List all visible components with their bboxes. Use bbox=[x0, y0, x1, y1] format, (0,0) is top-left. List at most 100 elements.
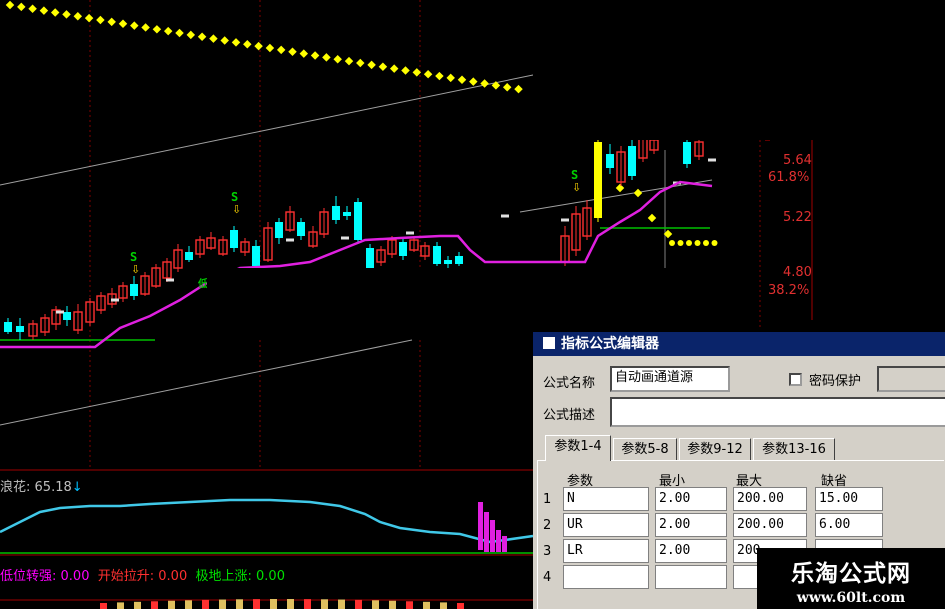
param-default-input[interactable]: 6.00 bbox=[815, 513, 883, 537]
candle-body bbox=[332, 206, 340, 220]
indicator2-bar bbox=[321, 599, 328, 609]
param-name-input[interactable]: UR bbox=[563, 513, 649, 537]
signal-arrow-icon: ⇩ bbox=[131, 263, 141, 276]
candle-body bbox=[4, 322, 12, 332]
indicator2-label: 开始拉升: bbox=[97, 569, 155, 584]
indicator2-label: 极地上涨: bbox=[195, 569, 252, 584]
dot-marker bbox=[367, 60, 376, 70]
dot-marker bbox=[141, 23, 150, 32]
indicator-value: 65.18 bbox=[34, 480, 72, 495]
dot-marker bbox=[378, 62, 388, 71]
dot-marker bbox=[107, 17, 116, 27]
candle-body bbox=[230, 230, 238, 248]
site-watermark: 乐淘公式网 www.60lt.com bbox=[757, 548, 945, 609]
candle-body bbox=[399, 242, 407, 256]
dot-marker bbox=[686, 240, 692, 246]
indicator2-bar bbox=[287, 599, 294, 609]
dot-marker bbox=[254, 41, 263, 51]
candle-body bbox=[433, 246, 441, 264]
row-number: 1 bbox=[543, 492, 552, 507]
dialog-title: 指标公式编辑器 bbox=[561, 336, 659, 352]
dot-marker bbox=[669, 240, 675, 246]
channel-upper-line bbox=[0, 74, 534, 186]
dot-marker bbox=[694, 240, 701, 246]
param-max-input[interactable]: 200.00 bbox=[733, 513, 807, 537]
dot-marker bbox=[197, 32, 207, 42]
indicator2-bar bbox=[389, 600, 396, 609]
price-label: 4.80 bbox=[783, 265, 812, 280]
dot-marker bbox=[615, 183, 625, 193]
indicator2-bar bbox=[253, 599, 260, 609]
watermark-url: www.60lt.com bbox=[796, 590, 906, 606]
signal-arrow-icon: ⇩ bbox=[232, 203, 242, 216]
indicator2-bar bbox=[151, 601, 158, 609]
down-arrow-icon: ↓ bbox=[71, 480, 83, 495]
param-default-input[interactable]: 15.00 bbox=[815, 487, 883, 511]
price-label: 5.64 bbox=[783, 153, 812, 168]
redacted-area bbox=[207, 268, 735, 338]
dot-marker bbox=[633, 188, 643, 198]
candle-body bbox=[252, 246, 260, 266]
dot-marker bbox=[423, 69, 433, 79]
row-number: 2 bbox=[543, 518, 552, 533]
dot-marker bbox=[243, 40, 252, 49]
indicator2-bar bbox=[117, 602, 124, 609]
param-min-input[interactable]: 2.00 bbox=[655, 513, 727, 537]
param-name-input[interactable]: LR bbox=[563, 539, 649, 563]
dot-marker bbox=[28, 4, 37, 13]
password-input[interactable] bbox=[877, 366, 945, 392]
dot-marker bbox=[231, 38, 241, 47]
param-min-input[interactable] bbox=[655, 565, 727, 589]
indicator2-bar bbox=[355, 599, 362, 609]
tab-params-9-12[interactable]: 参数9-12 bbox=[679, 438, 751, 460]
formula-name-input[interactable]: 自动画通道源 bbox=[610, 366, 730, 392]
formula-desc-input[interactable] bbox=[610, 397, 945, 427]
dot-marker bbox=[130, 21, 139, 30]
candle-doji bbox=[708, 158, 716, 162]
tab-params-13-16[interactable]: 参数13-16 bbox=[753, 438, 835, 460]
param-min-input[interactable]: 2.00 bbox=[655, 487, 727, 511]
password-checkbox[interactable] bbox=[789, 373, 802, 386]
candle-body bbox=[63, 312, 71, 320]
candle-body bbox=[16, 326, 24, 332]
dot-marker bbox=[435, 71, 444, 81]
window-icon bbox=[543, 337, 555, 349]
dot-marker bbox=[276, 45, 286, 55]
tab-params-5-8[interactable]: 参数5-8 bbox=[613, 438, 677, 460]
buy-signal: S bbox=[130, 250, 138, 264]
dot-marker bbox=[186, 30, 196, 40]
dot-marker bbox=[288, 47, 297, 56]
formula-name-label: 公式名称 bbox=[543, 376, 596, 391]
candle-body bbox=[343, 212, 351, 216]
dot-marker bbox=[322, 53, 331, 62]
dot-marker bbox=[175, 28, 184, 38]
param-name-input[interactable]: N bbox=[563, 487, 649, 511]
candle-body bbox=[455, 256, 463, 264]
param-max-input[interactable]: 200.00 bbox=[733, 487, 807, 511]
dot-marker bbox=[401, 66, 410, 75]
candle-doji bbox=[561, 218, 569, 222]
indicator-bar bbox=[502, 536, 507, 552]
buy-signal: S bbox=[571, 168, 579, 182]
dot-marker bbox=[480, 79, 489, 88]
candle-body bbox=[354, 202, 362, 240]
candle-body bbox=[185, 252, 193, 260]
indicator2-value: 0.00 bbox=[60, 569, 90, 584]
indicator-bar bbox=[496, 530, 501, 552]
dot-marker bbox=[73, 11, 83, 21]
dot-marker bbox=[469, 77, 478, 86]
indicator2-bar bbox=[202, 599, 209, 609]
channel-lower-line bbox=[0, 339, 413, 426]
indicator-bar bbox=[484, 512, 489, 552]
dot-marker bbox=[265, 43, 275, 53]
indicator2-value: 0.00 bbox=[256, 569, 285, 584]
dot-marker bbox=[446, 73, 455, 83]
dialog-titlebar[interactable]: 指标公式编辑器 bbox=[533, 332, 945, 356]
param-min-input[interactable]: 2.00 bbox=[655, 539, 727, 563]
dot-marker bbox=[84, 13, 94, 23]
tab-params-1-4[interactable]: 参数1-4 bbox=[545, 435, 611, 461]
dot-marker bbox=[96, 15, 105, 25]
dot-marker bbox=[220, 36, 229, 45]
indicator2-bar bbox=[168, 600, 175, 609]
param-name-input[interactable] bbox=[563, 565, 649, 589]
